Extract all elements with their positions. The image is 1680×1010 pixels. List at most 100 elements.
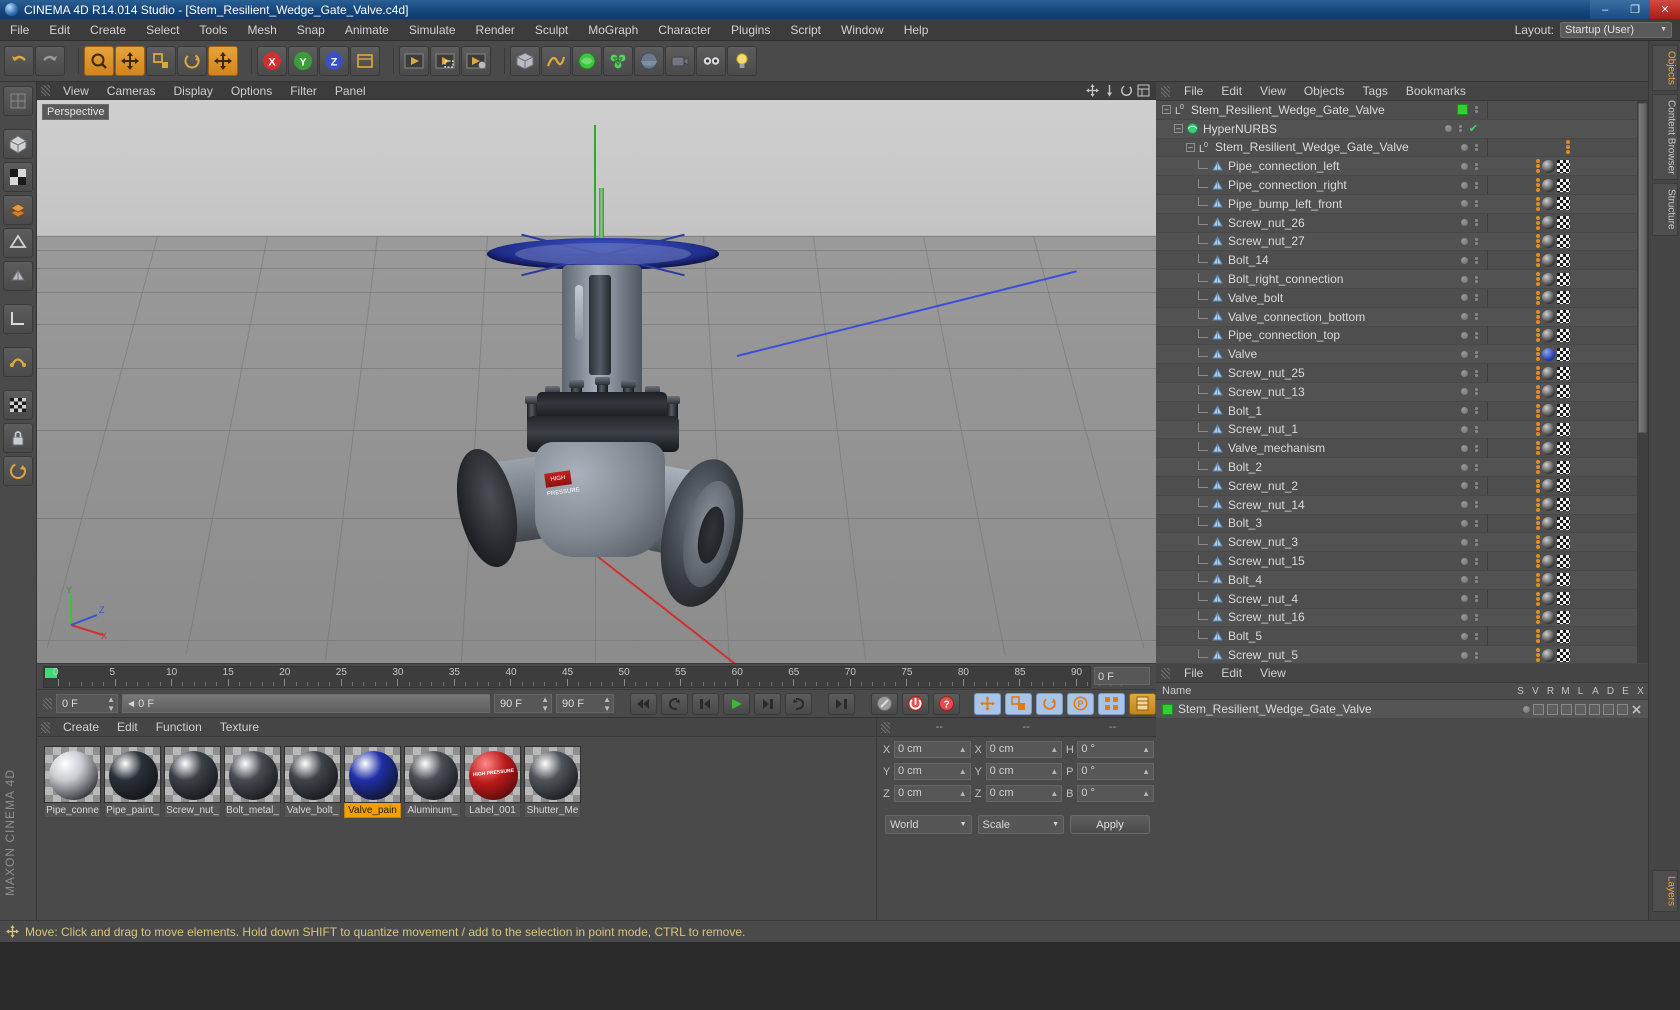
tag-dots-icon[interactable] (1536, 460, 1540, 475)
object-row[interactable]: – HyperNURBS ✔ (1156, 119, 1648, 139)
point-mode-button[interactable] (3, 129, 33, 159)
spinner-icon[interactable]: ▲ (959, 741, 967, 758)
menu-item-mesh[interactable]: Mesh (237, 19, 286, 41)
uvw-tag-icon[interactable] (1557, 272, 1570, 286)
material-item[interactable]: Valve_bolt_ (284, 746, 341, 818)
attribute-layer-row[interactable]: Stem_Resilient_Wedge_Gate_Valve (1156, 700, 1648, 719)
record-position-button[interactable] (974, 692, 1001, 715)
editor-render-dots-icon[interactable] (1475, 143, 1478, 151)
world-object-coordinate-button[interactable] (350, 46, 380, 76)
editor-render-dots-icon[interactable] (1475, 200, 1478, 208)
tag-dots-icon[interactable] (1536, 478, 1540, 493)
uvw-tag-icon[interactable] (1557, 404, 1570, 418)
object-visibility-dots[interactable] (1461, 632, 1478, 640)
visibility-dot-icon[interactable] (1461, 632, 1468, 640)
coord-size-field[interactable]: 0 cm ▲ (985, 741, 1063, 758)
object-visibility-dots[interactable] (1461, 538, 1478, 546)
goto-end-button[interactable] (828, 692, 855, 715)
panel-grip-icon[interactable] (41, 721, 50, 733)
object-menu-tags[interactable]: Tags (1354, 84, 1397, 98)
attribute-column-letter[interactable]: R (1543, 686, 1558, 697)
layer-color-swatch[interactable] (1457, 104, 1468, 116)
coord-position-field[interactable]: 0 cm ▲ (894, 763, 971, 780)
texture-axis-mode-button[interactable] (3, 228, 33, 258)
menu-item-script[interactable]: Script (780, 19, 831, 41)
object-row[interactable]: Screw_nut_25 (1156, 364, 1648, 383)
layer-color-swatch[interactable] (1162, 703, 1173, 715)
material-item[interactable]: Aluminum_ (404, 746, 461, 818)
material-preview[interactable] (104, 746, 161, 803)
visibility-dot-icon[interactable] (1461, 237, 1468, 245)
xref-toggle-icon[interactable] (1631, 704, 1642, 715)
menu-item-animate[interactable]: Animate (335, 19, 399, 41)
object-axis-mode-button[interactable] (3, 261, 33, 291)
visibility-dot-icon[interactable] (1461, 557, 1468, 565)
visibility-dot-icon[interactable] (1461, 369, 1468, 377)
object-row[interactable]: Screw_nut_26 (1156, 214, 1648, 233)
attribute-column-letter[interactable]: V (1528, 686, 1543, 697)
add-light-object-button[interactable] (727, 46, 757, 76)
object-row[interactable]: Valve_connection_bottom (1156, 307, 1648, 327)
uvw-tag-icon[interactable] (1557, 516, 1570, 530)
material-tag-icon[interactable] (1542, 178, 1555, 192)
editor-render-dots-icon[interactable] (1475, 369, 1478, 377)
object-name[interactable]: Screw_nut_3 (1228, 535, 1298, 549)
axis-lock-button[interactable] (3, 304, 33, 334)
tag-dots-icon[interactable] (1536, 629, 1540, 644)
object-tags[interactable] (1536, 610, 1570, 625)
viewport-3d-canvas[interactable]: Perspective HIGH PRESSURE Y Z X (37, 100, 1156, 663)
editor-render-dots-icon[interactable] (1458, 125, 1462, 133)
menu-item-window[interactable]: Window (831, 19, 894, 41)
move-tool-button[interactable] (115, 46, 145, 76)
uvw-tag-icon[interactable] (1557, 159, 1570, 173)
object-name[interactable]: Bolt_right_connection (1228, 272, 1343, 286)
valve-3d-model[interactable]: HIGH PRESSURE (437, 180, 767, 640)
object-tree[interactable]: – L 0 Stem_Resilient_Wedge_Gate_Valve – Hyper… (1156, 101, 1648, 663)
material-menu-texture[interactable]: Texture (211, 720, 268, 734)
material-tag-icon[interactable] (1542, 535, 1555, 549)
material-tag-icon[interactable] (1542, 328, 1555, 342)
uvw-tag-icon[interactable] (1557, 310, 1570, 324)
object-tags[interactable] (1536, 234, 1570, 249)
lock-z-axis-button[interactable]: Z (319, 46, 349, 76)
visibility-dot-icon[interactable] (1461, 162, 1468, 170)
object-name[interactable]: Bolt_14 (1228, 253, 1269, 267)
object-row[interactable]: Valve_mechanism (1156, 439, 1648, 459)
add-deformer-object-button[interactable] (603, 46, 633, 76)
material-swatch-list[interactable]: Pipe_conne Pipe_paint_ Screw_nut_ Bolt_meta… (37, 737, 876, 818)
material-preview[interactable]: HIGH PRESSURE (464, 746, 521, 803)
material-tag-icon[interactable] (1542, 291, 1555, 305)
object-visibility-dots[interactable] (1461, 501, 1478, 509)
apply-button[interactable]: Apply (1070, 815, 1150, 834)
record-point-level-button[interactable] (1098, 692, 1125, 715)
move-active-tool-button[interactable] (208, 46, 238, 76)
object-tags[interactable] (1536, 497, 1570, 512)
visibility-dot-icon[interactable] (1461, 275, 1468, 283)
coord-size-field[interactable]: 0 cm ▲ (985, 785, 1063, 802)
material-name[interactable]: Label_001 (464, 803, 521, 818)
object-visibility-dots[interactable]: ✔ (1444, 122, 1478, 135)
layout-select[interactable]: Startup (User) ▼ (1560, 21, 1672, 38)
lock-selection-button[interactable] (3, 423, 33, 453)
lock-y-axis-button[interactable]: Y (288, 46, 318, 76)
redo-button[interactable] (35, 46, 65, 76)
object-name[interactable]: Bolt_4 (1228, 573, 1262, 587)
record-scale-button[interactable] (1005, 692, 1032, 715)
object-row[interactable]: Bolt_14 (1156, 251, 1648, 271)
attribute-column-letter[interactable]: A (1588, 686, 1603, 697)
visible-toggle-icon[interactable] (1533, 703, 1544, 715)
range-start-field[interactable]: 90 F ▲ ▼ (494, 694, 552, 713)
uvw-tag-icon[interactable] (1557, 610, 1570, 624)
material-name[interactable]: Valve_bolt_ (284, 803, 341, 818)
uvw-tag-icon[interactable] (1557, 441, 1570, 455)
edge-mode-button[interactable] (3, 162, 33, 192)
editor-render-dots-icon[interactable] (1475, 407, 1478, 415)
editor-render-dots-icon[interactable] (1475, 388, 1478, 396)
editor-render-dots-icon[interactable] (1475, 538, 1478, 546)
object-tags[interactable] (1536, 648, 1570, 662)
window-controls[interactable]: – ❐ ✕ (1590, 0, 1680, 19)
tag-dots-icon[interactable] (1536, 422, 1540, 437)
object-row[interactable]: – L 0 Stem_Resilient_Wedge_Gate_Valve (1156, 139, 1648, 158)
spinner-icon[interactable]: ▲ ▼ (103, 695, 115, 713)
spinner-icon[interactable]: ▲ ▼ (599, 695, 611, 713)
